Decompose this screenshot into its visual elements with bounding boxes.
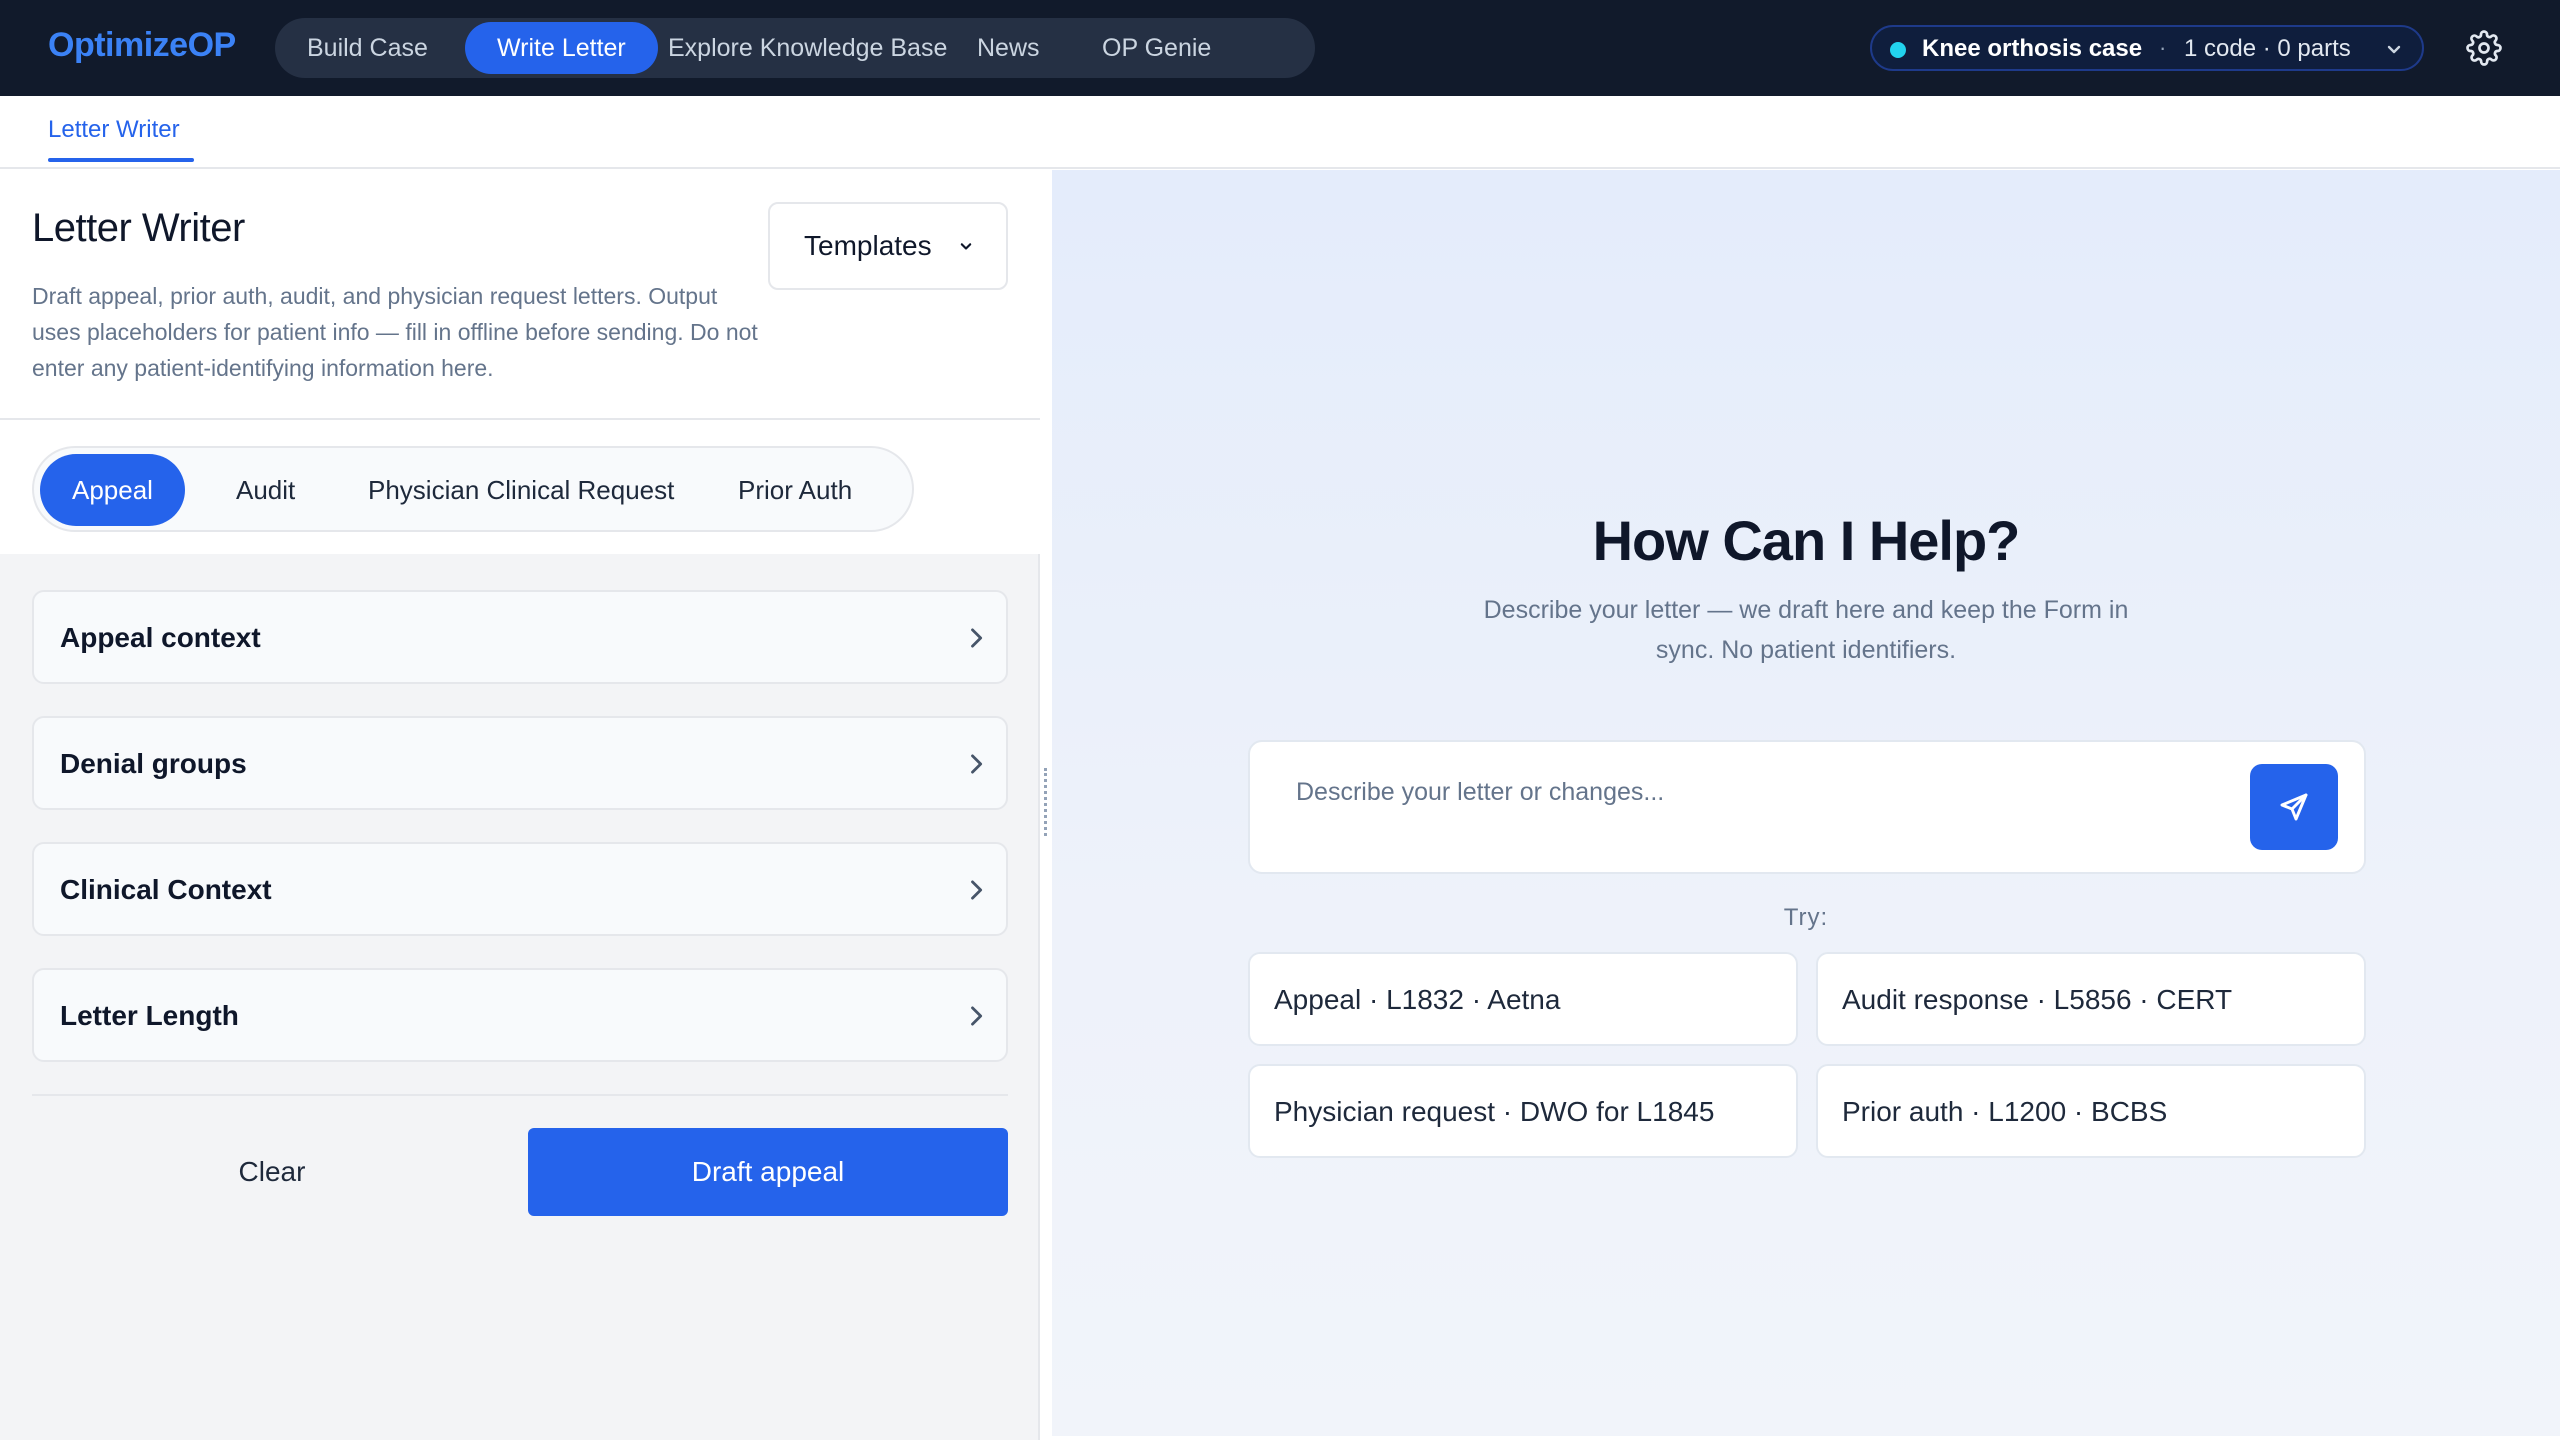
assistant-title: How Can I Help? — [1592, 509, 2021, 572]
gear-icon[interactable] — [2466, 30, 2502, 66]
app-logo[interactable]: OptimizeOP — [48, 26, 236, 65]
letter-prompt-input[interactable] — [1296, 772, 2196, 812]
suggestion-chip[interactable]: Audit response · L5856 · CERT — [1816, 952, 2366, 1046]
nav-news[interactable]: News — [945, 18, 1072, 78]
panel-resize-handle[interactable] — [1044, 768, 1048, 836]
nav-build-case[interactable]: Build Case — [275, 18, 460, 78]
suggestion-label: Prior auth · L1200 · BCBS — [1842, 1096, 2168, 1127]
main-nav: Build Case Write Letter Explore Knowledg… — [275, 18, 1315, 78]
letter-type-segmented-control: Appeal Audit Physician Clinical Request … — [32, 446, 914, 532]
letter-type-bar: Appeal Audit Physician Clinical Request … — [0, 420, 1040, 554]
section-label: Denial groups — [60, 748, 247, 779]
case-selector[interactable]: Knee orthosis case · 1 code · 0 parts — [1870, 25, 2424, 71]
section-label: Appeal context — [60, 622, 261, 653]
clear-button[interactable]: Clear — [32, 1128, 512, 1216]
section-label: Clinical Context — [60, 874, 272, 905]
send-button[interactable] — [2250, 764, 2338, 850]
suggestion-label: Audit response · L5856 · CERT — [1842, 984, 2233, 1015]
templates-label: Templates — [804, 230, 932, 261]
letter-type-audit[interactable]: Audit — [204, 454, 327, 526]
draft-appeal-button[interactable]: Draft appeal — [528, 1128, 1008, 1216]
section-label: Letter Length — [60, 1000, 239, 1031]
section-clinical-context[interactable]: Clinical Context — [32, 842, 1008, 936]
sub-tab-bar: Letter Writer — [0, 96, 2560, 169]
top-navbar: OptimizeOP Build Case Write Letter Explo… — [0, 0, 2560, 96]
letter-form-panel: Letter Writer Draft appeal, prior auth, … — [0, 170, 1040, 1440]
letter-type-physician-clinical-request[interactable]: Physician Clinical Request — [336, 454, 706, 526]
suggestion-chip[interactable]: Prior auth · L1200 · BCBS — [1816, 1064, 2366, 1158]
letter-type-appeal[interactable]: Appeal — [40, 454, 185, 526]
chevron-right-icon — [971, 1006, 983, 1026]
case-meta: 1 code · 0 parts — [2184, 35, 2351, 62]
section-letter-length[interactable]: Letter Length — [32, 968, 1008, 1062]
section-appeal-context[interactable]: Appeal context — [32, 590, 1008, 684]
templates-dropdown-button[interactable]: Templates — [768, 202, 1008, 290]
page-description: Draft appeal, prior auth, audit, and phy… — [32, 283, 758, 381]
suggestion-chip[interactable]: Physician request · DWO for L1845 — [1248, 1064, 1798, 1158]
suggestion-label: Appeal · L1832 · Aetna — [1274, 984, 1561, 1015]
nav-write-letter[interactable]: Write Letter — [465, 22, 658, 74]
case-status-dot — [1890, 42, 1906, 58]
chevron-down-icon — [960, 243, 972, 250]
composer — [1248, 740, 2366, 874]
chevron-right-icon — [971, 754, 983, 774]
chevron-right-icon — [971, 628, 983, 648]
assistant-subtitle: Describe your letter — we draft here and… — [1483, 596, 2129, 664]
suggestion-label: Physician request · DWO for L1845 — [1274, 1096, 1715, 1127]
chevron-right-icon — [971, 880, 983, 900]
nav-op-genie[interactable]: OP Genie — [1070, 18, 1243, 78]
case-name: Knee orthosis case — [1922, 35, 2143, 62]
section-denial-groups[interactable]: Denial groups — [32, 716, 1008, 810]
divider — [32, 1094, 1008, 1096]
active-tab-indicator — [48, 158, 194, 162]
assistant-panel: How Can I Help? Describe your letter — w… — [1052, 170, 2560, 1436]
nav-explore-knowledge-base[interactable]: Explore Knowledge Base — [636, 18, 979, 78]
letter-writer-header: Letter Writer Draft appeal, prior auth, … — [0, 170, 1040, 420]
tab-letter-writer[interactable]: Letter Writer — [48, 116, 180, 144]
page-title: Letter Writer — [32, 206, 245, 250]
case-separator: · — [2159, 35, 2167, 60]
letter-type-prior-auth[interactable]: Prior Auth — [706, 454, 884, 526]
suggestion-chip[interactable]: Appeal · L1832 · Aetna — [1248, 952, 1798, 1046]
chevron-down-icon — [2387, 45, 2401, 54]
try-label: Try: — [1783, 904, 1829, 931]
send-icon — [2280, 793, 2308, 821]
